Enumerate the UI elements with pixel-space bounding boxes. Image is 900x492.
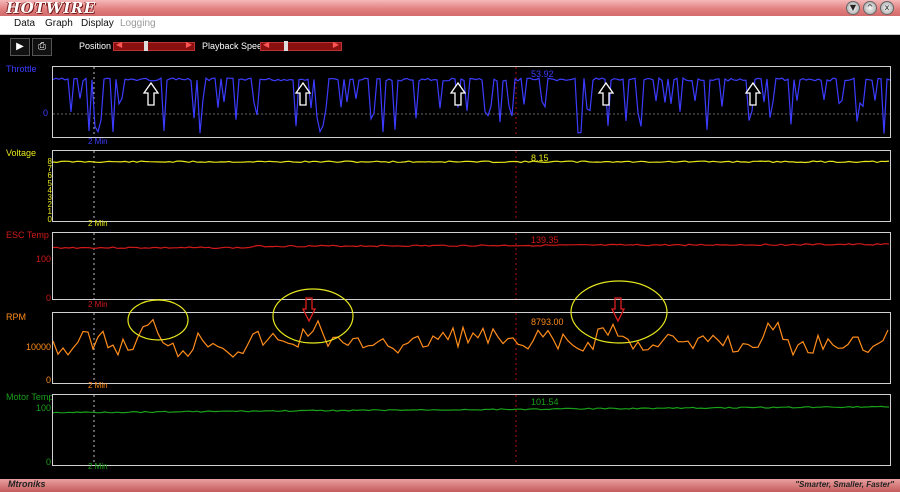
menu-bar: Data Graph Display Logging bbox=[0, 16, 900, 35]
panel-label-throttle: Throttle bbox=[6, 64, 37, 74]
y-tick: 0 bbox=[45, 293, 51, 303]
title-bar: HOTWIRE ▼ ^ x bbox=[0, 0, 900, 17]
motor-temp-readout: 101.54 bbox=[531, 397, 559, 407]
y-tick: 100 bbox=[35, 403, 51, 413]
y-tick: 100 bbox=[35, 254, 51, 264]
position-label: Position bbox=[79, 41, 112, 51]
voltage-readout: 8.15 bbox=[531, 153, 549, 163]
throttle-graph bbox=[53, 67, 890, 137]
voltage-plot[interactable]: 8.15 bbox=[52, 150, 891, 222]
esc-temp-readout: 139.35 bbox=[531, 235, 559, 245]
time-marker-label: 2 Min bbox=[88, 462, 108, 471]
window-controls: ▼ ^ x bbox=[846, 1, 894, 15]
time-marker-label: 2 Min bbox=[88, 381, 108, 390]
maximize-icon[interactable]: ^ bbox=[863, 1, 877, 15]
minimize-icon[interactable]: ▼ bbox=[846, 1, 860, 15]
play-button[interactable]: ▶ bbox=[10, 38, 30, 56]
y-tick: 0 bbox=[42, 108, 48, 118]
time-marker-label: 2 Min bbox=[88, 137, 108, 146]
playback-speed-label: Playback Speed bbox=[202, 41, 268, 51]
playback-speed-slider[interactable]: ◀ ▶ bbox=[260, 40, 342, 51]
motor-temp-panel: Motor Temp 100 0 101.54 2 Min bbox=[0, 390, 900, 472]
position-slider-thumb[interactable] bbox=[144, 41, 149, 51]
panel-label-rpm: RPM bbox=[6, 312, 26, 322]
motor-temp-graph bbox=[53, 395, 890, 465]
voltage-panel: Voltage 876543210 8.15 2 Min bbox=[0, 146, 900, 228]
arrow-right-icon: ▶ bbox=[185, 40, 192, 49]
voltage-graph bbox=[53, 151, 890, 221]
time-marker-label: 2 Min bbox=[88, 219, 108, 228]
position-slider[interactable]: ◀ ▶ bbox=[113, 40, 195, 51]
motor-temp-plot[interactable]: 101.54 bbox=[52, 394, 891, 466]
y-tick: 0 bbox=[45, 457, 51, 467]
esc-temp-trace bbox=[53, 243, 890, 250]
menu-logging: Logging bbox=[120, 18, 156, 29]
up-arrow-icon bbox=[142, 81, 160, 106]
up-arrow-icon bbox=[449, 81, 467, 106]
menu-display[interactable]: Display bbox=[81, 18, 114, 29]
rpm-trace bbox=[52, 318, 889, 358]
toolbar: ▶ ⎙ Position ◀ ▶ Playback Speed ◀ ▶ bbox=[0, 35, 900, 58]
play-icon: ▶ bbox=[16, 41, 24, 52]
rpm-graph bbox=[52, 280, 889, 383]
menu-data[interactable]: Data bbox=[14, 18, 35, 29]
esc-temp-graph bbox=[53, 233, 890, 299]
rpm-plot[interactable]: 8793.00 bbox=[52, 280, 891, 384]
printer-icon: ⎙ bbox=[38, 41, 46, 52]
motor-temp-trace bbox=[53, 405, 890, 414]
print-button[interactable]: ⎙ bbox=[32, 38, 52, 56]
footer-slogan: "Smarter, Smaller, Faster" bbox=[795, 480, 894, 489]
throttle-readout: 53.92 bbox=[531, 69, 554, 79]
y-tick: 0 bbox=[45, 375, 51, 385]
y-tick: 10000 bbox=[25, 342, 51, 352]
voltage-trace bbox=[53, 160, 890, 164]
footer-logo: Mtroniks bbox=[8, 479, 46, 489]
arrow-right-icon: ▶ bbox=[332, 40, 339, 49]
esc-temp-panel: ESC Temp 100 0 139.35 2 Min bbox=[0, 228, 900, 310]
panel-label-esc-temp: ESC Temp bbox=[6, 230, 49, 240]
panel-label-motor-temp: Motor Temp bbox=[6, 392, 54, 402]
throttle-panel: Throttle 0 53.92 2 Min bbox=[0, 62, 900, 146]
app-logo: HOTWIRE bbox=[6, 0, 96, 17]
rpm-panel: RPM 10000 0 8793.00 2 Min bbox=[0, 280, 900, 390]
close-icon[interactable]: x bbox=[880, 1, 894, 15]
throttle-plot[interactable]: 53.92 bbox=[52, 66, 891, 138]
esc-temp-plot[interactable]: 139.35 bbox=[52, 232, 891, 300]
throttle-trace bbox=[53, 76, 890, 134]
y-tick: 0 bbox=[47, 214, 52, 224]
status-bar: Mtroniks "Smarter, Smaller, Faster" bbox=[0, 479, 900, 492]
playback-speed-slider-thumb[interactable] bbox=[283, 41, 288, 51]
menu-graph[interactable]: Graph bbox=[45, 18, 73, 29]
arrow-left-icon: ◀ bbox=[263, 40, 270, 49]
panel-label-voltage: Voltage bbox=[6, 148, 37, 158]
rpm-readout: 8793.00 bbox=[531, 317, 564, 327]
arrow-left-icon: ◀ bbox=[116, 40, 123, 49]
